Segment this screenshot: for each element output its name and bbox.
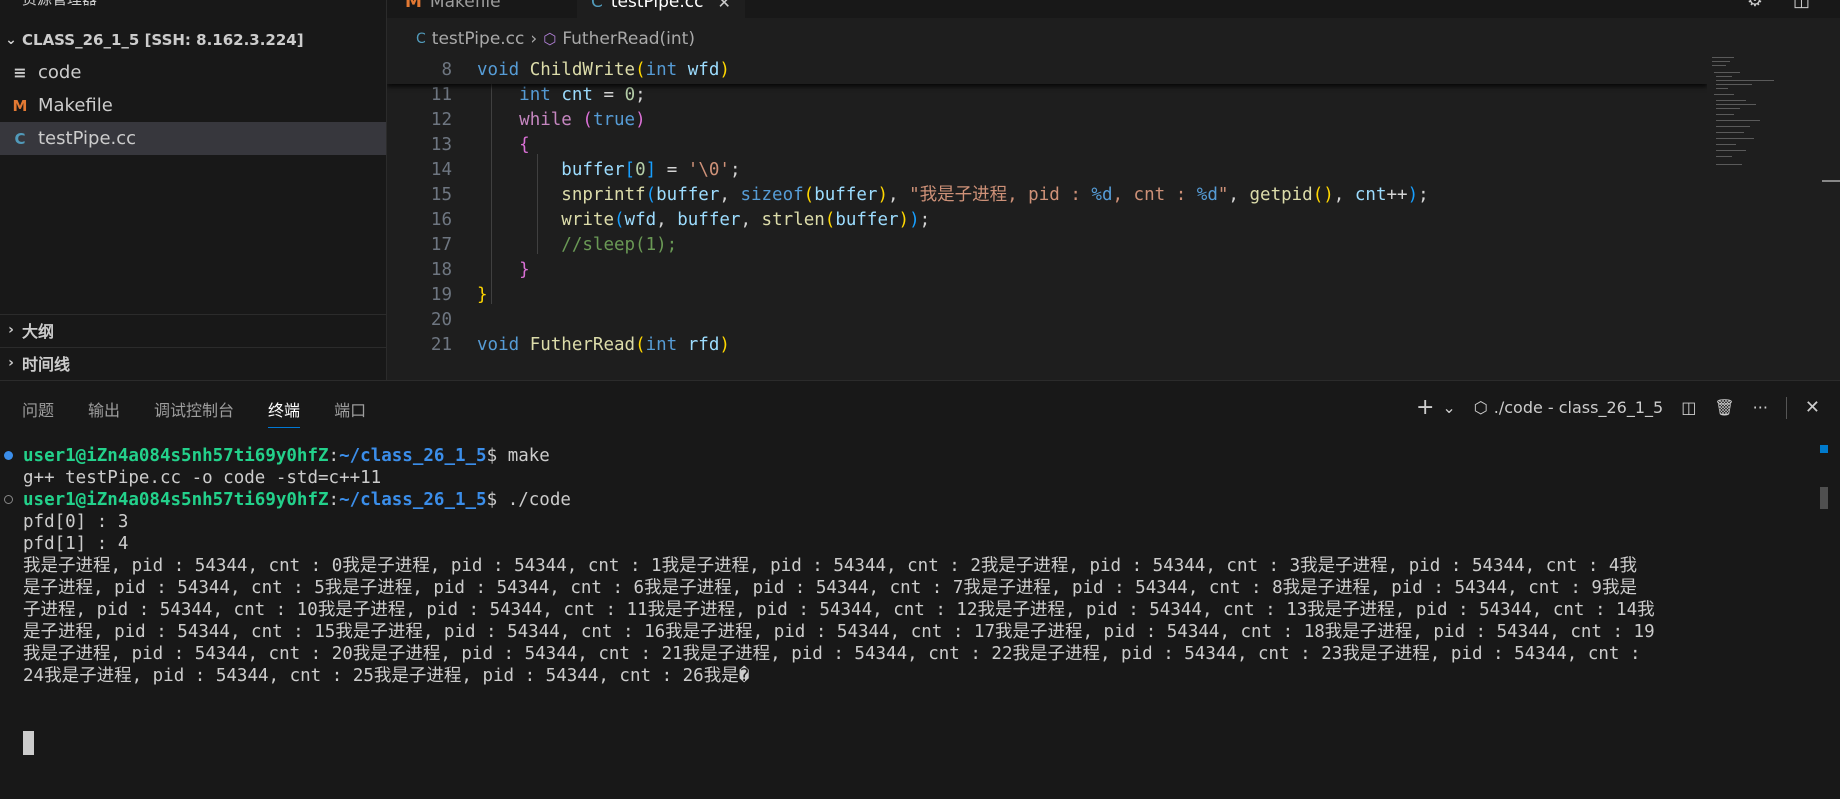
- more-icon[interactable]: ···: [1753, 398, 1768, 417]
- timeline-section[interactable]: › 时间线: [0, 347, 386, 378]
- line-number: 16: [430, 210, 452, 230]
- breadcrumb: C testPipe.cc › ⬡ FutherRead(int): [416, 26, 695, 52]
- terminal-cube-icon: ⬡: [1473, 398, 1488, 417]
- code-line[interactable]: 17 //sleep(1);: [387, 231, 1707, 259]
- line-number: 20: [430, 310, 452, 330]
- makefile-icon: M: [12, 96, 28, 115]
- command-running-dot[interactable]: [4, 495, 13, 504]
- breadcrumb-file[interactable]: testPipe.cc: [432, 29, 525, 49]
- line-number: 15: [430, 185, 452, 205]
- split-terminal-icon[interactable]: ◫: [1681, 398, 1696, 417]
- file-item-testpipe[interactable]: C testPipe.cc: [0, 122, 386, 155]
- sticky-scroll-line[interactable]: 8 void ChildWrite(int wfd): [387, 56, 1707, 84]
- editor-actions: ⚙ ◫: [1747, 0, 1810, 11]
- divider: [1785, 396, 1787, 419]
- chevron-right-icon: ›: [530, 29, 538, 49]
- tab-testpipe[interactable]: C testPipe.cc ✕: [577, 0, 745, 18]
- code-line[interactable]: 18 }: [387, 256, 1707, 284]
- trash-icon[interactable]: 🗑: [1714, 398, 1734, 417]
- code-line[interactable]: 14 buffer[0] = '\0';: [387, 156, 1707, 184]
- explorer-sidebar: 资源管理器 ⌄ CLASS_26_1_5 [SSH: 8.162.3.224] …: [0, 0, 387, 380]
- overview-ruler: [1822, 180, 1840, 182]
- command-success-dot[interactable]: [4, 451, 13, 460]
- file-label: code: [38, 62, 82, 83]
- chevron-right-icon: ›: [8, 322, 14, 338]
- timeline-label: 时间线: [22, 355, 71, 374]
- plus-icon[interactable]: +: [1416, 395, 1434, 420]
- close-icon[interactable]: ✕: [717, 0, 730, 12]
- line-number: 12: [430, 110, 452, 130]
- cpp-file-icon: C: [591, 0, 603, 12]
- tab-label: testPipe.cc: [610, 0, 704, 12]
- tab-ports[interactable]: 端口: [334, 397, 366, 428]
- code-line[interactable]: 16 write(wfd, buffer, strlen(buffer));: [387, 206, 1707, 234]
- code-editor[interactable]: 8 void ChildWrite(int wfd) 11 int cnt = 0…: [387, 56, 1707, 378]
- terminal-output-line: 24我是子进程, pid : 54344, cnt : 25我是子进程, pid…: [23, 666, 750, 686]
- method-icon: ⬡: [543, 30, 557, 48]
- tab-debug-console[interactable]: 调试控制台: [154, 397, 234, 428]
- tab-label: Makefile: [429, 0, 501, 12]
- minimap[interactable]: [1708, 54, 1840, 379]
- code-line[interactable]: 21 void FutherRead(int rfd): [387, 331, 1707, 359]
- code-line[interactable]: 19}: [387, 281, 1707, 309]
- line-number: 14: [430, 160, 452, 180]
- tab-terminal[interactable]: 终端: [268, 397, 301, 428]
- chevron-down-icon: ⌄: [5, 32, 17, 48]
- code-line[interactable]: 12 while (true): [387, 106, 1707, 134]
- split-editor-icon[interactable]: ◫: [1793, 0, 1810, 11]
- tab-output[interactable]: 输出: [88, 397, 120, 428]
- lines-icon: ≡: [13, 63, 27, 82]
- cpp-file-icon: C: [14, 129, 26, 148]
- workspace-folder-label: CLASS_26_1_5 [SSH: 8.162.3.224]: [22, 31, 304, 49]
- line-number: 21: [430, 335, 452, 355]
- file-item-code[interactable]: ≡ code: [0, 56, 386, 89]
- scrollbar-marker: [1820, 445, 1828, 453]
- code-line[interactable]: 13 {: [387, 131, 1707, 159]
- terminal-name: ./code - class_26_1_5: [1493, 398, 1664, 417]
- terminal-scrollbar[interactable]: [1820, 487, 1828, 509]
- line-number: 19: [430, 285, 452, 305]
- line-number: 17: [430, 235, 452, 255]
- line-number: 8: [441, 60, 452, 80]
- line-number: 13: [430, 135, 452, 155]
- line-number: 11: [430, 85, 452, 105]
- terminal-cursor: [23, 731, 34, 755]
- chevron-down-icon[interactable]: ⌄: [1442, 398, 1455, 417]
- bottom-panel: 问题 输出 调试控制台 终端 端口 + ⌄ ⬡ ./code - class_2…: [0, 380, 1840, 799]
- panel-tabs: 问题 输出 调试控制台 终端 端口: [22, 397, 366, 428]
- terminal-selector[interactable]: ⬡ ./code - class_26_1_5: [1474, 398, 1663, 417]
- tab-makefile[interactable]: M Makefile: [405, 0, 501, 18]
- editor-tab-bar: M Makefile C testPipe.cc ✕ ⚙ ◫: [387, 0, 1840, 18]
- makefile-icon: M: [405, 0, 422, 12]
- indent-guide: [537, 154, 538, 254]
- workspace-folder[interactable]: ⌄ CLASS_26_1_5 [SSH: 8.162.3.224]: [0, 27, 386, 53]
- gear-icon[interactable]: ⚙: [1747, 0, 1763, 11]
- panel-actions: + ⌄ ⬡ ./code - class_26_1_5 ◫ 🗑 ··· ✕: [1416, 395, 1820, 420]
- chevron-right-icon: ›: [8, 355, 14, 371]
- cpp-file-icon: C: [416, 31, 426, 47]
- code-line[interactable]: 20: [387, 306, 1707, 334]
- file-item-makefile[interactable]: M Makefile: [0, 89, 386, 122]
- tab-problems[interactable]: 问题: [22, 397, 54, 428]
- file-label: testPipe.cc: [38, 128, 137, 149]
- explorer-title: 资源管理器: [22, 0, 97, 9]
- breadcrumb-symbol[interactable]: FutherRead(int): [562, 29, 695, 49]
- code-line[interactable]: 15 snprintf(buffer, sizeof(buffer), "我是子…: [387, 181, 1707, 209]
- indent-guide: [491, 84, 492, 304]
- code-line[interactable]: 11 int cnt = 0;: [387, 81, 1707, 109]
- outline-section[interactable]: › 大纲: [0, 314, 386, 345]
- file-label: Makefile: [38, 95, 113, 116]
- outline-label: 大纲: [22, 322, 55, 341]
- close-panel-icon[interactable]: ✕: [1805, 397, 1820, 418]
- line-number: 18: [430, 260, 452, 280]
